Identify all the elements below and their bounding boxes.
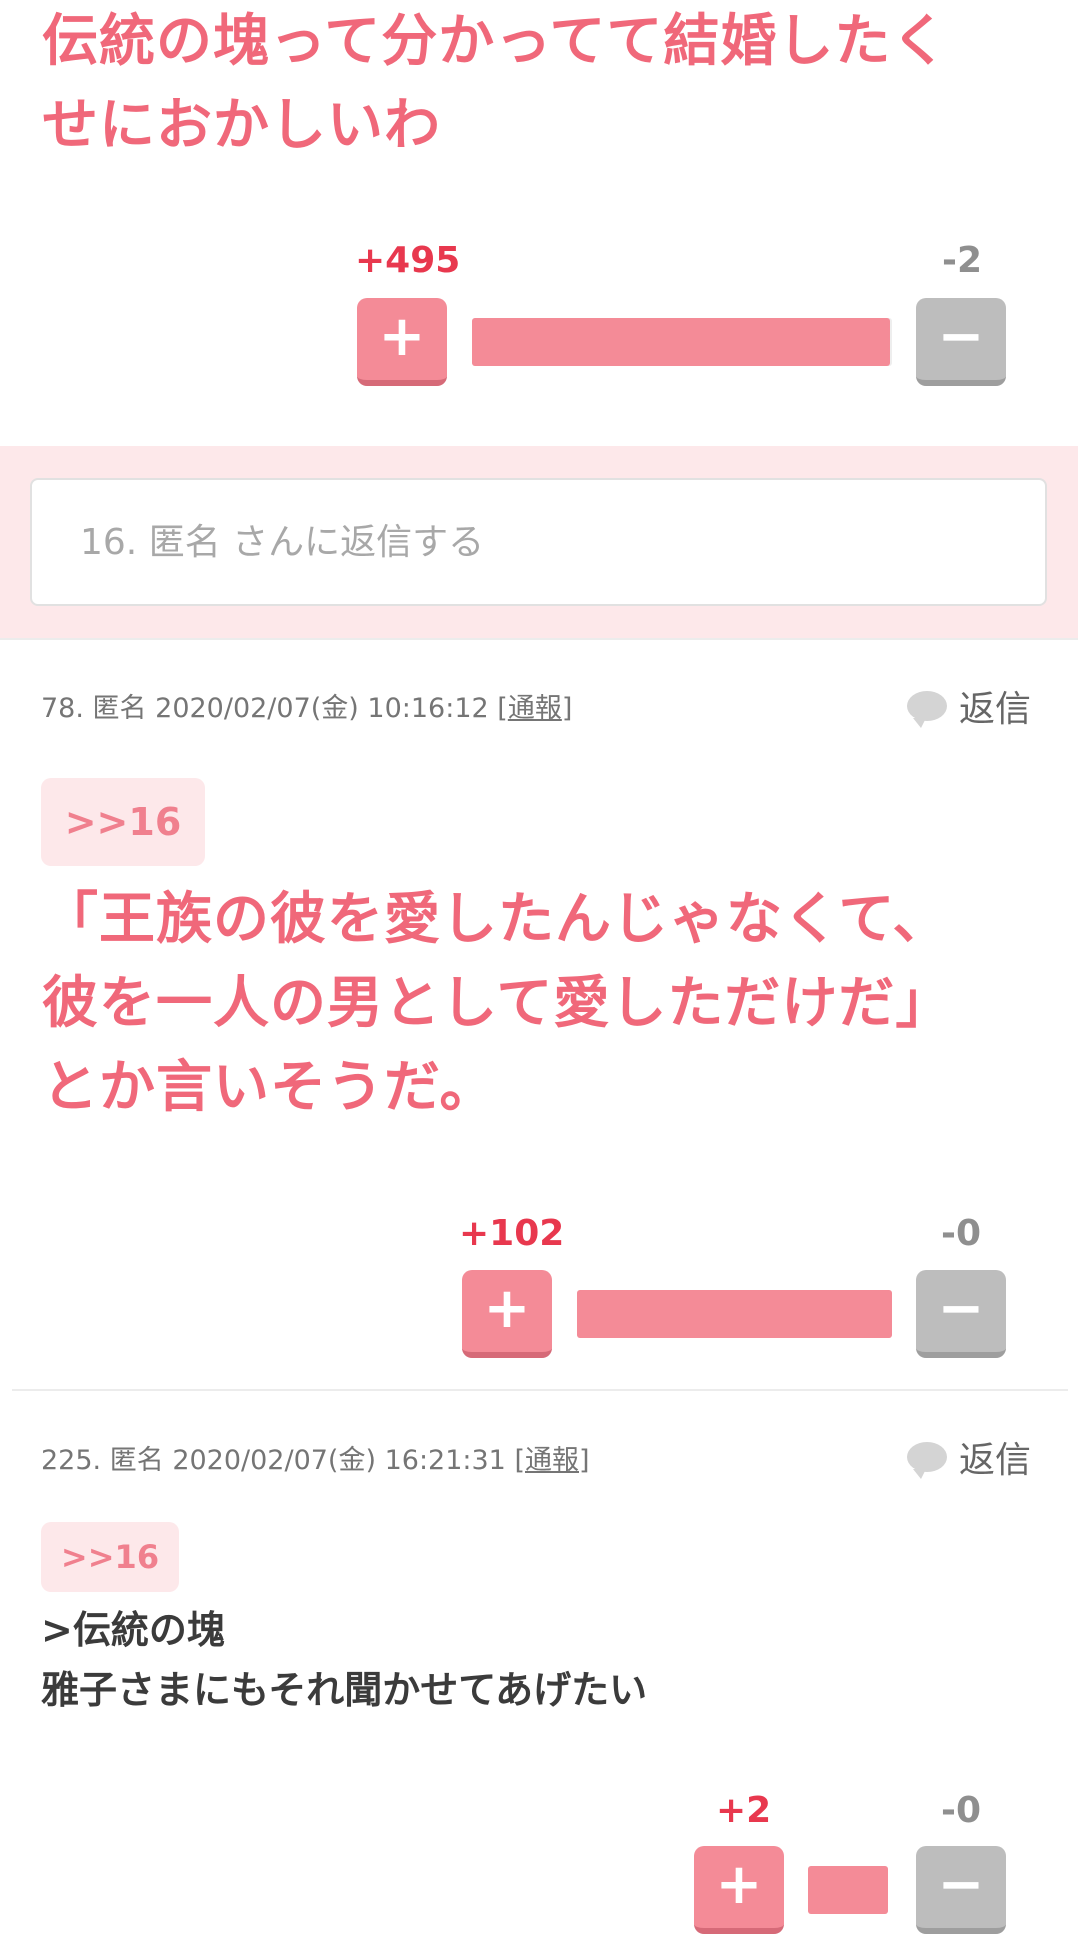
comment-16-minus-button[interactable]: − — [916, 298, 1006, 386]
comment-78-timestamp: 2020/02/07(金) 10:16:12 — [155, 693, 489, 724]
comment-225-timestamp: 2020/02/07(金) 16:21:31 — [172, 1445, 506, 1476]
comment-78-vote-bar-fill — [577, 1290, 892, 1338]
speech-bubble-icon — [907, 691, 947, 728]
comment-78-author: 匿名 — [92, 693, 147, 724]
comment-225-body: >伝統の塊 雅子さまにもそれ聞かせてあげたい — [41, 1600, 1041, 1720]
comment-16-plus-score: +495 — [355, 240, 461, 281]
plus-icon: + — [483, 1276, 531, 1341]
comment-225-reply-button[interactable]: 返信 — [907, 1431, 1031, 1483]
minus-icon: − — [937, 304, 985, 369]
comment-225-reply-label: 返信 — [959, 1440, 1032, 1481]
comment-78-report-link[interactable]: [通報] — [497, 693, 572, 724]
comment-225-minus-score: -0 — [941, 1790, 981, 1831]
comment-225-meta: 225. 匿名 2020/02/07(金) 16:21:31 [通報] — [41, 1438, 590, 1477]
comment-16-body: 伝統の塊って分かってて結婚したく せにおかしいわ — [42, 0, 1042, 168]
comment-225-body-line: >伝統の塊 — [41, 1608, 225, 1652]
comment-78-reply-label: 返信 — [959, 689, 1032, 730]
comment-78-report-label: 通報 — [507, 693, 562, 724]
comment-225-plus-button[interactable]: + — [694, 1846, 784, 1934]
comment-78-number: 78. — [41, 693, 84, 724]
comment-78-minus-score: -0 — [941, 1213, 981, 1254]
comment-16-body-line: 伝統の塊って分かってて結婚したく — [42, 9, 949, 74]
comment-78-body-line: 「王族の彼を愛したんじゃなくて、 — [42, 887, 950, 952]
comment-225-vote-bar — [808, 1866, 888, 1914]
minus-icon: − — [937, 1852, 985, 1917]
divider — [12, 1389, 1068, 1391]
divider — [0, 638, 1078, 640]
comment-16-minus-score: -2 — [942, 240, 982, 281]
comment-78-meta: 78. 匿名 2020/02/07(金) 10:16:12 [通報] — [41, 686, 572, 725]
comment-225-minus-button[interactable]: − — [916, 1846, 1006, 1934]
comment-78-body-line: とか言いそうだ。 — [42, 1055, 497, 1120]
comment-225-anchor-link[interactable]: >>16 — [41, 1522, 179, 1592]
plus-icon: + — [378, 304, 426, 369]
comment-78-vote-bar — [577, 1290, 892, 1338]
comment-78-plus-button[interactable]: + — [462, 1270, 552, 1358]
comment-16-vote-bar-fill — [472, 318, 891, 366]
reply-input[interactable] — [30, 478, 1047, 606]
comment-225-report-label: 通報 — [525, 1445, 579, 1476]
comment-16-body-line: せにおかしいわ — [42, 93, 441, 158]
comment-225-number: 225. — [41, 1445, 102, 1476]
plus-icon: + — [715, 1852, 763, 1917]
comment-225-report-link[interactable]: [通報] — [514, 1445, 589, 1476]
speech-bubble-icon — [907, 1442, 947, 1479]
comment-225-body-line: 雅子さまにもそれ聞かせてあげたい — [41, 1668, 648, 1712]
comment-78-reply-button[interactable]: 返信 — [907, 680, 1031, 732]
comment-225-author: 匿名 — [109, 1445, 164, 1476]
comment-78-body-line: 彼を一人の男として愛しただけだ」 — [42, 971, 953, 1036]
comment-16-plus-button[interactable]: + — [357, 298, 447, 386]
comment-78-minus-button[interactable]: − — [916, 1270, 1006, 1358]
comment-16-vote-bar — [472, 318, 892, 366]
comment-78-plus-score: +102 — [459, 1213, 565, 1254]
minus-icon: − — [937, 1276, 985, 1341]
comment-225-plus-score: +2 — [716, 1790, 772, 1831]
comment-78-body: 「王族の彼を愛したんじゃなくて、 彼を一人の男として愛しただけだ」 とか言いそう… — [42, 878, 1062, 1130]
comment-225-vote-bar-fill — [808, 1866, 888, 1914]
comment-78-anchor-link[interactable]: >>16 — [41, 778, 205, 866]
